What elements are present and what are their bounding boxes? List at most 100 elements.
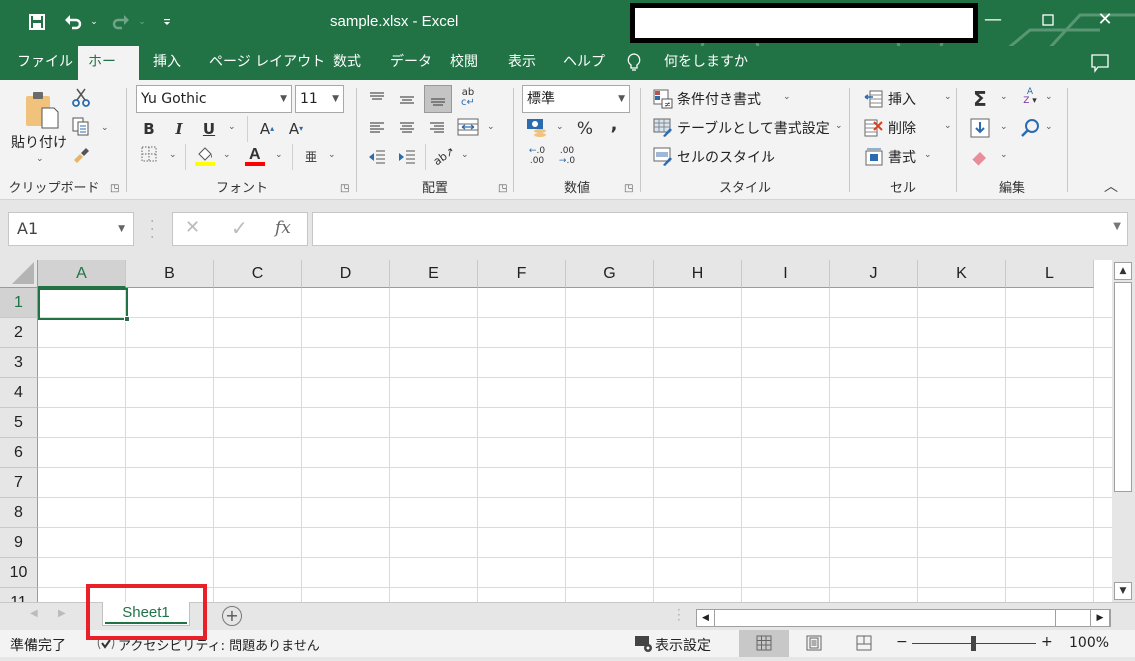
scroll-left-icon[interactable]: ◀ <box>697 610 715 626</box>
column-header-h[interactable]: H <box>654 260 742 288</box>
display-settings-label[interactable]: 表示設定 <box>655 635 711 655</box>
format-as-table-button[interactable]: テーブルとして書式設定 ⌄ <box>653 117 843 139</box>
find-select-icon[interactable] <box>1019 117 1041 139</box>
font-launcher-icon[interactable]: ◳ <box>340 183 349 194</box>
column-header-a[interactable]: A <box>38 260 126 288</box>
orientation-icon[interactable]: ab↗ <box>429 142 460 173</box>
prev-sheet-icon[interactable]: ◀ <box>30 608 38 619</box>
vertical-scroll-thumb[interactable] <box>1114 282 1132 492</box>
fill-handle[interactable] <box>124 316 130 322</box>
column-header-j[interactable]: J <box>830 260 918 288</box>
maximize-icon[interactable] <box>1028 8 1068 32</box>
increase-decimal-icon[interactable]: ←.0.00 <box>526 146 548 168</box>
horizontal-scroll-thumb[interactable] <box>716 610 1056 626</box>
minimize-icon[interactable]: — <box>973 8 1013 32</box>
align-top-icon[interactable] <box>367 88 387 110</box>
customize-qat-icon[interactable] <box>160 10 174 34</box>
comma-style-button[interactable]: , <box>606 114 622 136</box>
column-header-i[interactable]: I <box>742 260 830 288</box>
autosum-dropdown-icon[interactable]: ⌄ <box>1000 92 1008 102</box>
column-header-d[interactable]: D <box>302 260 390 288</box>
underline-dropdown-icon[interactable]: ⌄ <box>228 122 236 132</box>
cancel-icon[interactable]: ✕ <box>185 217 200 238</box>
column-header-k[interactable]: K <box>918 260 1006 288</box>
scroll-right-icon[interactable]: ▶ <box>1090 609 1110 627</box>
increase-font-size-button[interactable]: A▴ <box>256 118 278 140</box>
delete-cells-button[interactable]: 削除 ⌄ <box>864 117 952 139</box>
tab-split-handle[interactable]: · · · <box>677 604 681 626</box>
row-header-11[interactable]: 11 <box>0 588 38 602</box>
select-all-button[interactable] <box>0 260 38 288</box>
insert-function-icon[interactable]: fx <box>275 218 291 238</box>
phonetic-guide-icon[interactable]: 亜 <box>302 146 320 168</box>
fill-color-dropdown-icon[interactable]: ⌄ <box>223 150 231 160</box>
tab-formulas[interactable]: 数式 <box>323 46 371 80</box>
lightbulb-icon[interactable] <box>626 46 642 80</box>
page-break-view-icon[interactable] <box>839 630 889 657</box>
row-header-9[interactable]: 9 <box>0 528 38 558</box>
percent-style-button[interactable]: % <box>574 118 596 140</box>
orientation-dropdown-icon[interactable]: ⌄ <box>461 150 469 160</box>
row-header-10[interactable]: 10 <box>0 558 38 588</box>
align-center-icon[interactable] <box>397 117 417 139</box>
row-header-5[interactable]: 5 <box>0 408 38 438</box>
autosum-icon[interactable]: Σ <box>969 88 991 110</box>
italic-button[interactable]: I <box>168 118 190 140</box>
row-header-7[interactable]: 7 <box>0 468 38 498</box>
tab-page-layout[interactable]: ページ レイアウト <box>199 46 335 80</box>
page-layout-view-icon[interactable] <box>789 630 839 657</box>
row-header-8[interactable]: 8 <box>0 498 38 528</box>
format-painter-icon[interactable] <box>70 146 92 168</box>
normal-view-icon[interactable] <box>739 630 789 657</box>
tab-review[interactable]: 校閲 <box>440 46 488 80</box>
zoom-level[interactable]: 100% <box>1069 635 1109 651</box>
enter-icon[interactable]: ✓ <box>231 216 248 240</box>
fill-color-icon[interactable] <box>194 144 216 166</box>
comments-icon[interactable] <box>1090 46 1110 80</box>
worksheet-grid[interactable]: ABCDEFGHIJKL 1234567891011 <box>0 260 1112 602</box>
clear-dropdown-icon[interactable]: ⌄ <box>1000 150 1008 160</box>
accounting-dropdown-icon[interactable]: ⌄ <box>556 122 564 132</box>
formula-input[interactable]: ▼ <box>312 212 1128 246</box>
add-sheet-icon[interactable]: + <box>222 606 242 626</box>
align-bottom-button[interactable] <box>424 85 452 113</box>
scroll-down-icon[interactable]: ▼ <box>1114 582 1132 600</box>
horizontal-scrollbar[interactable]: ◀ <box>696 609 1111 627</box>
decrease-font-size-button[interactable]: A▾ <box>285 118 307 140</box>
expand-formula-bar-icon[interactable]: ▼ <box>1113 221 1121 232</box>
font-color-icon[interactable]: A <box>244 144 266 166</box>
font-name-select[interactable]: Yu Gothic ▼ <box>136 85 292 113</box>
format-cells-button[interactable]: 書式 ⌄ <box>864 146 952 168</box>
undo-icon[interactable] <box>60 10 86 34</box>
phonetic-dropdown-icon[interactable]: ⌄ <box>328 150 336 160</box>
sort-filter-dropdown-icon[interactable]: ⌄ <box>1045 92 1053 102</box>
column-header-e[interactable]: E <box>390 260 478 288</box>
column-header-f[interactable]: F <box>478 260 566 288</box>
borders-dropdown-icon[interactable]: ⌄ <box>169 150 177 160</box>
zoom-slider-thumb[interactable] <box>971 636 976 651</box>
zoom-in-button[interactable]: + <box>1041 634 1053 650</box>
align-middle-icon[interactable] <box>397 88 417 110</box>
tab-file[interactable]: ファイル <box>7 46 83 80</box>
clear-icon[interactable] <box>969 146 991 168</box>
decrease-decimal-icon[interactable]: .00 →.0 <box>556 146 578 168</box>
row-header-4[interactable]: 4 <box>0 378 38 408</box>
tab-insert[interactable]: 挿入 <box>143 46 191 80</box>
fill-dropdown-icon[interactable]: ⌄ <box>1000 122 1008 132</box>
save-icon[interactable] <box>24 10 50 34</box>
zoom-out-button[interactable]: − <box>896 634 908 650</box>
cut-icon[interactable] <box>70 88 92 110</box>
align-right-icon[interactable] <box>427 117 447 139</box>
display-settings-icon[interactable] <box>634 635 654 653</box>
decrease-indent-icon[interactable] <box>367 146 387 168</box>
undo-dropdown-icon[interactable]: ⌄ <box>88 10 100 34</box>
row-header-6[interactable]: 6 <box>0 438 38 468</box>
formula-bar-resize-handle[interactable]: · · · <box>150 215 154 245</box>
underline-button[interactable]: U <box>198 118 220 140</box>
column-header-g[interactable]: G <box>566 260 654 288</box>
number-format-select[interactable]: 標準 ▼ <box>522 85 630 113</box>
column-header-l[interactable]: L <box>1006 260 1094 288</box>
accounting-format-icon[interactable] <box>526 117 548 139</box>
scroll-up-icon[interactable]: ▲ <box>1114 262 1132 280</box>
fill-icon[interactable] <box>969 117 991 139</box>
